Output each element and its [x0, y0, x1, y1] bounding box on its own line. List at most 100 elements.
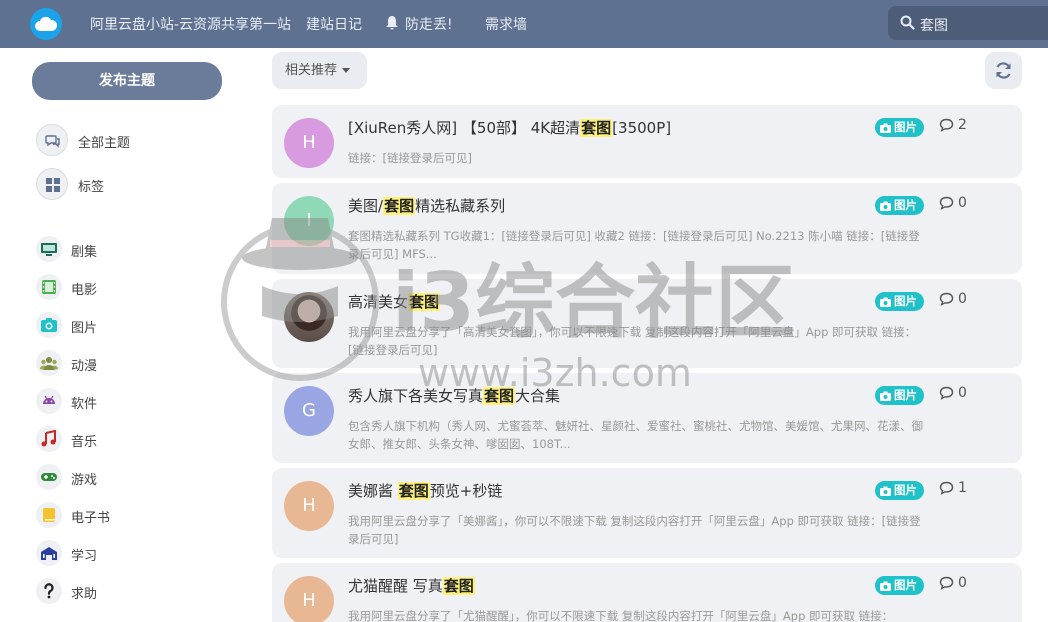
discussion-excerpt: 套图精选私藏系列 TG收藏1：[链接登录后可见] 收藏2 链接：[链接登录后可见… — [348, 229, 920, 261]
tag-badge-images[interactable]: 图片 — [875, 118, 924, 137]
comment-icon — [939, 292, 954, 306]
avatar[interactable]: I — [284, 196, 334, 246]
search-input[interactable]: 套图 — [888, 6, 1048, 40]
sidebar-tag-label: 音乐 — [71, 435, 98, 450]
avatar[interactable]: H — [284, 118, 334, 168]
refresh-icon — [996, 62, 1011, 79]
nav-link-diary[interactable]: 建站日记 — [306, 14, 362, 34]
comment-icon — [939, 118, 954, 132]
sidebar-tag-label: 电子书 — [71, 511, 111, 526]
nav-link-home[interactable]: 阿里云盘小站-云资源共享第一站 — [90, 14, 291, 34]
discussion-card[interactable]: 高清美女套图 我用阿里云盘分享了「高清美女套图」，你可以不限速下载 复制这段内容… — [272, 279, 1022, 368]
sidebar-tag-label: 动漫 — [71, 359, 98, 374]
school-icon — [36, 540, 62, 566]
film-icon — [36, 274, 62, 300]
comment-count: 0 — [939, 291, 967, 307]
nav-link-bookmark[interactable]: 防走丢! — [405, 14, 453, 34]
search-highlight: 套图 — [408, 293, 441, 311]
sidebar-tag-series[interactable]: 剧集 — [36, 236, 216, 264]
sidebar-tag-help[interactable]: 求助 — [36, 578, 216, 606]
refresh-button[interactable] — [985, 52, 1022, 89]
search-value: 套图 — [920, 18, 948, 34]
sidebar-tag-label: 剧集 — [71, 245, 98, 260]
tag-badge-images[interactable]: 图片 — [875, 196, 924, 215]
sidebar-tag-music[interactable]: 音乐 — [36, 426, 216, 454]
tag-badge-images[interactable]: 图片 — [875, 576, 924, 595]
comment-icon — [939, 386, 954, 400]
tag-badge-images[interactable]: 图片 — [875, 292, 924, 311]
sort-label: 相关推荐 — [285, 63, 338, 78]
top-header: 阿里云盘小站-云资源共享第一站 建站日记 防走丢! 需求墙 套图 — [0, 0, 1048, 48]
sidebar-tag-games[interactable]: 游戏 — [36, 464, 216, 492]
camera-icon — [880, 297, 891, 307]
sidebar-tag-label: 电影 — [71, 283, 98, 298]
sidebar-tag-anime[interactable]: 动漫 — [36, 350, 216, 378]
sort-dropdown[interactable]: 相关推荐 — [272, 52, 367, 89]
comment-icon — [939, 481, 954, 495]
tv-icon — [36, 236, 62, 262]
sidebar-item-label: 全部主题 — [78, 136, 131, 151]
android-icon — [36, 388, 62, 414]
discussion-excerpt: 我用阿里云盘分享了「高清美女套图」，你可以不限速下载 复制这段内容打开「阿里云盘… — [348, 325, 917, 357]
avatar[interactable]: H — [284, 576, 334, 622]
discussion-card[interactable]: H 美娜酱 套图预览+秒链 我用阿里云盘分享了「美娜酱」，你可以不限速下载 复制… — [272, 468, 1022, 558]
chevron-down-icon — [342, 68, 351, 73]
camera-icon — [36, 312, 62, 338]
search-highlight: 套图 — [442, 577, 475, 595]
camera-icon — [880, 391, 891, 401]
discussion-card[interactable]: H [XiuRen秀人网] 【50部】 4K超清套图[3500P] 链接：[链接… — [272, 105, 1022, 178]
discussion-title[interactable]: 美娜酱 套图预览+秒链 — [348, 480, 502, 501]
sidebar-tag-ebooks[interactable]: 电子书 — [36, 502, 216, 530]
search-highlight: 套图 — [483, 387, 516, 405]
comment-count: 0 — [939, 385, 967, 401]
grid-icon — [36, 168, 68, 200]
comment-count: 0 — [939, 575, 967, 591]
sidebar-tag-images[interactable]: 图片 — [36, 312, 216, 340]
sidebar-tag-label: 游戏 — [71, 473, 98, 488]
discussion-title[interactable]: 高清美女套图 — [348, 291, 441, 312]
discussion-title[interactable]: [XiuRen秀人网] 【50部】 4K超清套图[3500P] — [348, 117, 671, 138]
tag-badge-images[interactable]: 图片 — [875, 481, 924, 500]
avatar[interactable] — [284, 292, 334, 342]
comment-icon — [939, 576, 954, 590]
sidebar-tag-label: 软件 — [71, 397, 98, 412]
gamepad-icon — [36, 464, 62, 490]
discussion-title[interactable]: 美图/套图精选私藏系列 — [348, 195, 505, 216]
book-icon — [36, 502, 62, 528]
comment-count: 2 — [939, 117, 967, 133]
discussion-card[interactable]: H 尤猫醒醒 写真套图 我用阿里云盘分享了「尤猫醒醒」，你可以不限速下载 复制这… — [272, 563, 1022, 622]
search-highlight: 套图 — [397, 482, 430, 500]
camera-icon — [880, 201, 891, 211]
discussion-excerpt: 我用阿里云盘分享了「美娜酱」，你可以不限速下载 复制这段内容打开「阿里云盘」Ap… — [348, 514, 921, 546]
music-icon — [36, 426, 62, 452]
sidebar-tag-learning[interactable]: 学习 — [36, 540, 216, 568]
sidebar-tag-label: 求助 — [71, 587, 98, 602]
avatar[interactable]: H — [284, 481, 334, 531]
discussion-excerpt: 链接：[链接登录后可见] — [348, 151, 472, 165]
sidebar-tag-software[interactable]: 软件 — [36, 388, 216, 416]
sidebar-tag-label: 图片 — [71, 321, 98, 336]
sidebar-tag-label: 学习 — [71, 549, 98, 564]
discussion-title[interactable]: 尤猫醒醒 写真套图 — [348, 575, 475, 596]
nav-link-requests[interactable]: 需求墙 — [485, 14, 527, 34]
camera-icon — [880, 123, 891, 133]
discussion-title[interactable]: 秀人旗下各美女写真套图大合集 — [348, 385, 560, 406]
publish-topic-button[interactable]: 发布主题 — [32, 62, 222, 100]
discussion-card[interactable]: I 美图/套图精选私藏系列 套图精选私藏系列 TG收藏1：[链接登录后可见] 收… — [272, 183, 1022, 274]
tag-badge-images[interactable]: 图片 — [875, 386, 924, 405]
comment-count: 0 — [939, 195, 967, 211]
cloud-logo-icon[interactable] — [30, 8, 62, 40]
comment-icon — [939, 196, 954, 210]
users-icon — [36, 350, 62, 376]
discussion-card[interactable]: G 秀人旗下各美女写真套图大合集 包含秀人旗下机构（秀人网、尤蜜荟萃、魅妍社、星… — [272, 373, 1022, 463]
avatar[interactable]: G — [284, 386, 334, 436]
bell-icon — [386, 16, 398, 30]
search-icon — [900, 15, 915, 30]
discussion-excerpt: 包含秀人旗下机构（秀人网、尤蜜荟萃、魅妍社、星颜社、爱蜜社、蜜桃社、尤物馆、美媛… — [348, 419, 923, 451]
question-icon — [36, 578, 62, 604]
sidebar-item-tags[interactable]: 标签 — [36, 168, 216, 202]
search-highlight: 套图 — [383, 197, 416, 215]
sidebar-item-all-topics[interactable]: 全部主题 — [36, 124, 216, 158]
sidebar-tag-movies[interactable]: 电影 — [36, 274, 216, 302]
camera-icon — [880, 581, 891, 591]
